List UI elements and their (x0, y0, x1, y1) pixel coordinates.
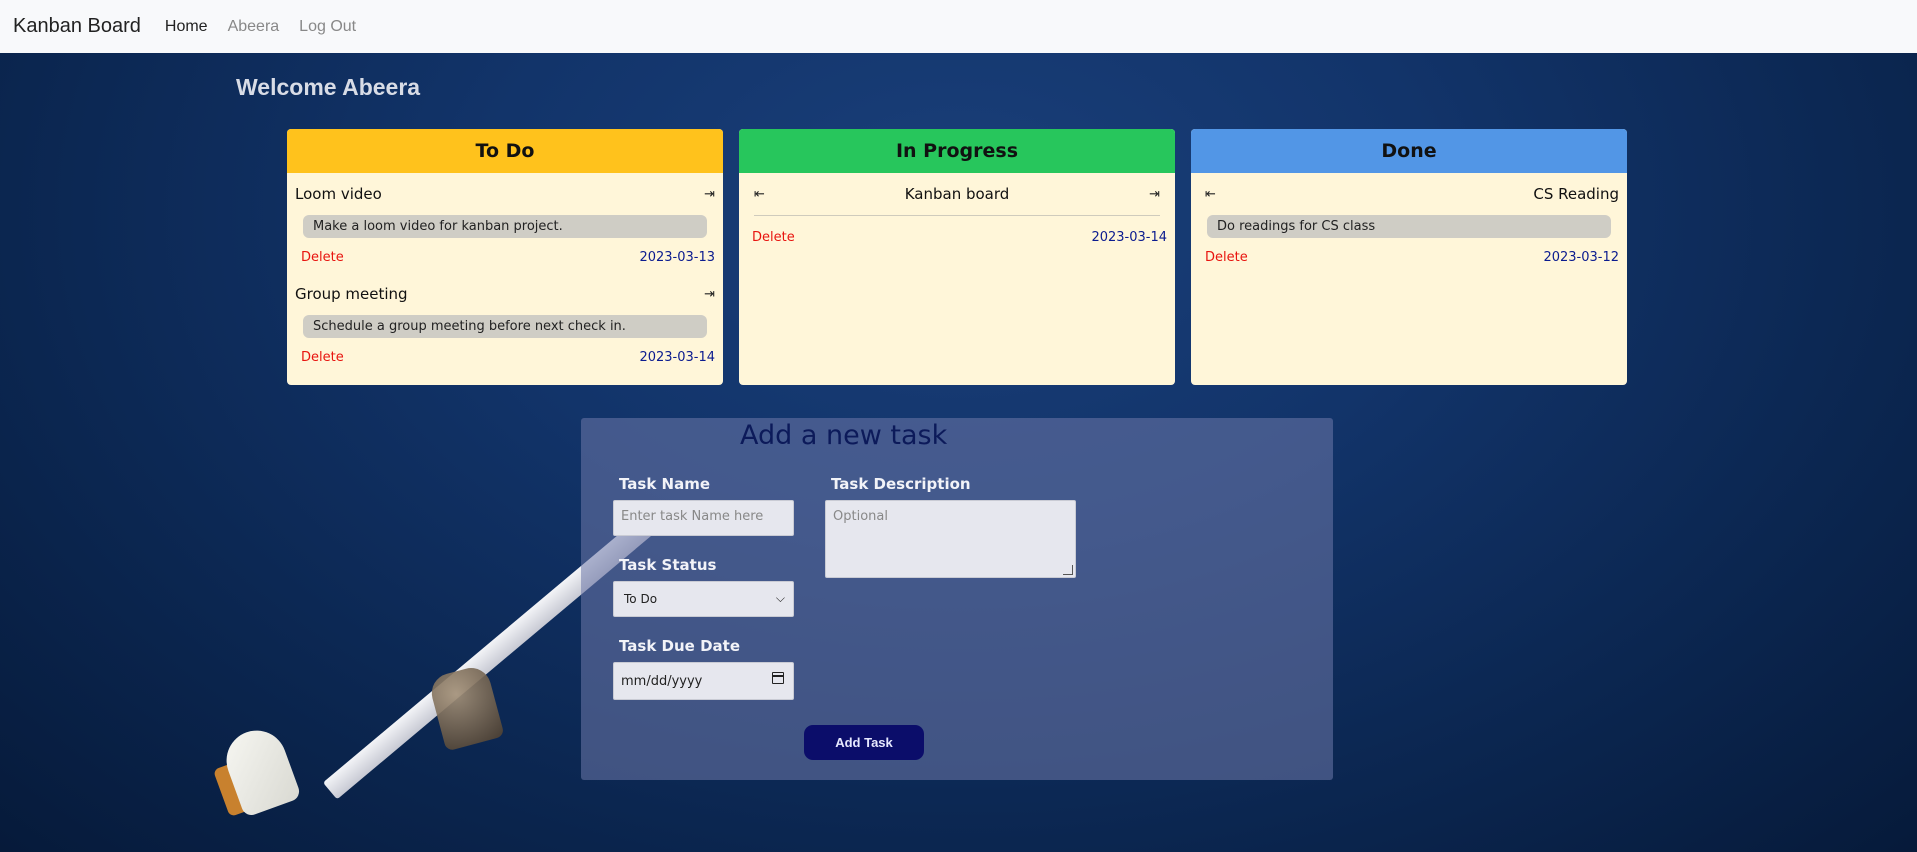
column-title: In Progress (895, 140, 1019, 162)
task-card: Group meeting ⇥ Schedule a group meeting… (287, 273, 723, 376)
task-description-textarea[interactable]: Optional (825, 500, 1076, 578)
nav-logout-link[interactable]: Log Out (299, 18, 356, 36)
delete-button[interactable]: Delete (1205, 250, 1248, 265)
add-task-form: Add a new task Task Name Enter task Name… (581, 418, 1333, 780)
nav-user-link[interactable]: Abeera (228, 18, 280, 36)
welcome-heading: Welcome Abeera (236, 74, 421, 100)
task-date: 2023-03-12 (1543, 249, 1619, 265)
task-title: CS Reading (1533, 185, 1619, 203)
task-status-select[interactable]: To Do ⌵ (613, 581, 794, 617)
form-title: Add a new task (740, 420, 948, 451)
move-left-icon[interactable]: ⇤ (1205, 187, 1216, 202)
column-header: Done (1191, 129, 1627, 173)
task-name-input[interactable]: Enter task Name here (613, 500, 794, 536)
task-title: Kanban board (904, 185, 1010, 203)
task-card: ⇤ Kanban board ⇥ Delete 2023-03-14 (739, 173, 1175, 258)
move-left-icon[interactable]: ⇤ (754, 187, 765, 202)
chevron-down-icon: ⌵ (775, 591, 785, 605)
delete-button[interactable]: Delete (301, 250, 344, 265)
calendar-icon[interactable] (772, 672, 784, 684)
column-in-progress: In Progress ⇤ Kanban board ⇥ Delete 2023… (739, 129, 1175, 385)
nav-home-link[interactable]: Home (165, 18, 208, 36)
navbar: Kanban Board Home Abeera Log Out (0, 0, 1917, 54)
move-right-icon[interactable]: ⇥ (704, 187, 715, 202)
column-title: Done (1381, 140, 1437, 162)
column-done: Done ⇤ CS Reading Do readings for CS cla… (1191, 129, 1627, 385)
move-right-icon[interactable]: ⇥ (1149, 187, 1160, 202)
column-header: In Progress (739, 129, 1175, 173)
task-date: 2023-03-14 (639, 349, 715, 365)
task-title: Group meeting (295, 285, 408, 303)
resize-handle-icon[interactable] (1063, 565, 1073, 575)
task-name-label: Task Name (619, 475, 711, 493)
brand-link[interactable]: Kanban Board (13, 15, 141, 38)
add-task-button[interactable]: Add Task (804, 725, 924, 760)
task-card: ⇤ CS Reading Do readings for CS class De… (1191, 173, 1627, 276)
task-status-label: Task Status (619, 556, 717, 574)
task-due-date-placeholder: mm/dd/yyyy (621, 674, 703, 689)
task-title: Loom video (295, 185, 382, 203)
delete-button[interactable]: Delete (301, 350, 344, 365)
column-title: To Do (475, 140, 535, 162)
column-header: To Do (287, 129, 723, 173)
column-todo: To Do Loom video ⇥ Make a loom video for… (287, 129, 723, 385)
task-card: Loom video ⇥ Make a loom video for kanba… (287, 173, 723, 276)
task-description: Schedule a group meeting before next che… (303, 315, 707, 338)
task-date: 2023-03-13 (639, 249, 715, 265)
task-status-value: To Do (624, 592, 658, 606)
task-description-label: Task Description (831, 475, 971, 493)
task-name-placeholder: Enter task Name here (621, 509, 764, 524)
task-date: 2023-03-14 (1091, 229, 1167, 245)
task-due-date-label: Task Due Date (619, 637, 740, 655)
task-description-placeholder: Optional (833, 509, 888, 524)
task-due-date-input[interactable]: mm/dd/yyyy (613, 662, 794, 700)
task-description: Make a loom video for kanban project. (303, 215, 707, 238)
move-right-icon[interactable]: ⇥ (704, 287, 715, 302)
task-description: Do readings for CS class (1207, 215, 1611, 238)
delete-button[interactable]: Delete (752, 230, 795, 245)
